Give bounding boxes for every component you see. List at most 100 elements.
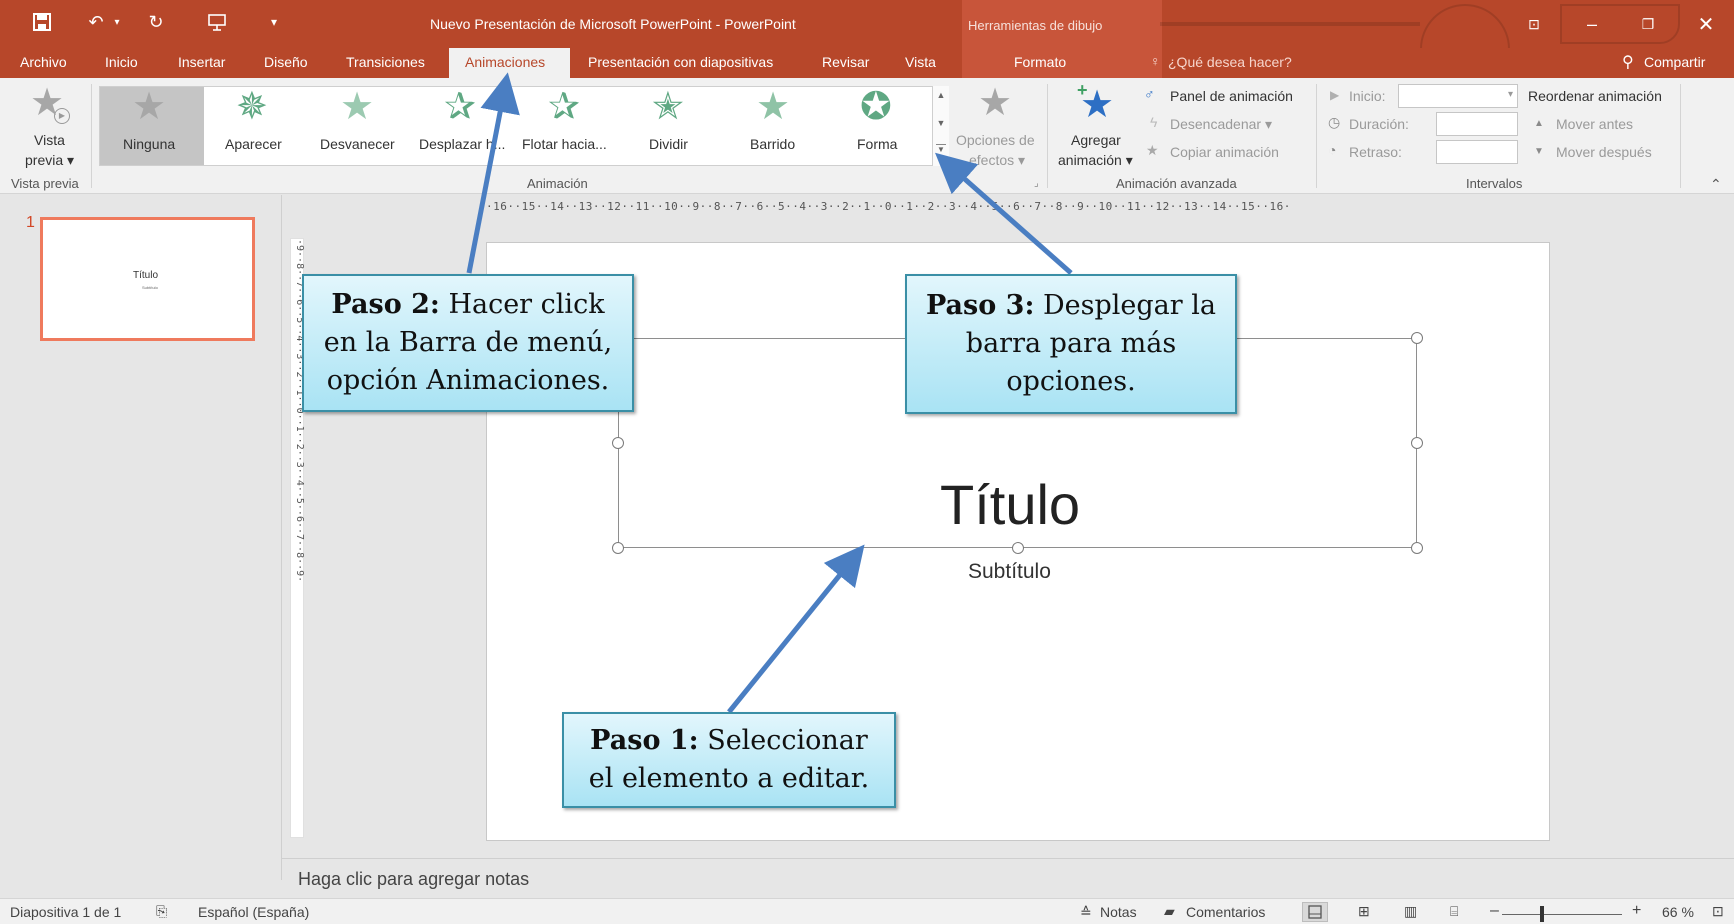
tab-formato[interactable]: Formato: [1014, 54, 1066, 70]
anim-dividir[interactable]: Dividir: [649, 136, 688, 152]
effect-options-label-2[interactable]: efectos ▾: [969, 152, 1025, 169]
tab-transiciones[interactable]: Transiciones: [346, 54, 425, 70]
zoom-slider-thumb[interactable]: [1540, 906, 1544, 922]
effect-options-label-1[interactable]: Opciones de: [956, 132, 1035, 148]
slideshow-view-icon[interactable]: ⌸: [1450, 903, 1458, 920]
title-bar: ↶ ▾ ↻ ▾ Nuevo Presentación de Microsoft …: [0, 0, 1734, 94]
zoom-out-icon[interactable]: –: [1490, 902, 1499, 920]
anim-flotar[interactable]: Flotar hacia...: [522, 136, 607, 152]
gallery-scrollbar[interactable]: ▲ ▼ ▼: [932, 86, 949, 166]
slide-title[interactable]: Título: [940, 472, 1080, 537]
share-button[interactable]: Compartir: [1644, 54, 1705, 70]
move-later-button[interactable]: Mover después: [1556, 144, 1652, 160]
start-dropdown-icon[interactable]: ▾: [1508, 89, 1513, 100]
resize-handle-sw[interactable]: [612, 542, 624, 554]
comments-button[interactable]: Comentarios: [1186, 904, 1265, 920]
normal-view-button[interactable]: [1302, 902, 1328, 922]
tab-archivo[interactable]: Archivo: [20, 54, 67, 70]
anim-aparecer-icon[interactable]: ✵: [236, 88, 268, 126]
anim-ninguna-icon[interactable]: ★: [132, 88, 166, 126]
ribbon-display-icon[interactable]: ⊡: [1522, 12, 1546, 36]
anim-barrido-icon[interactable]: ★: [756, 88, 790, 126]
tell-me-search[interactable]: ¿Qué desea hacer?: [1168, 54, 1292, 70]
anim-forma[interactable]: Forma: [857, 136, 897, 152]
tab-revisar[interactable]: Revisar: [822, 54, 869, 70]
start-select[interactable]: ▾: [1398, 84, 1518, 108]
spellcheck-icon[interactable]: ⎘: [156, 903, 167, 920]
minimize-icon[interactable]: –: [1580, 12, 1604, 36]
anim-desvanecer-icon[interactable]: ★: [340, 88, 374, 126]
dialog-launcher-icon[interactable]: ⌟: [1034, 178, 1039, 189]
anim-desplazar-icon[interactable]: ✰: [444, 88, 476, 126]
redo-icon[interactable]: ↻: [144, 10, 168, 34]
resize-handle-e[interactable]: [1411, 437, 1423, 449]
tab-presentacion[interactable]: Presentación con diapositivas: [588, 54, 773, 70]
pane-divider[interactable]: [281, 195, 282, 880]
start-label: Inicio:: [1349, 88, 1386, 104]
tab-inicio[interactable]: Inicio: [105, 54, 138, 70]
group-intervalos: Intervalos: [1466, 176, 1523, 191]
slide-subtitle[interactable]: Subtítulo: [968, 560, 1051, 584]
notes-placeholder: Haga clic para agregar notas: [298, 869, 530, 889]
anim-barrido[interactable]: Barrido: [750, 136, 795, 152]
tab-vista[interactable]: Vista: [905, 54, 936, 70]
resize-handle-w[interactable]: [612, 437, 624, 449]
resize-handle-ne[interactable]: [1411, 332, 1423, 344]
effect-options-icon: ★: [978, 82, 1013, 124]
circuit-decoration: [1560, 4, 1680, 44]
resize-handle-se[interactable]: [1411, 542, 1423, 554]
anim-desplazar[interactable]: Desplazar h...: [419, 136, 505, 152]
slide-sorter-icon[interactable]: ⊞: [1358, 903, 1370, 920]
resize-handle-s[interactable]: [1012, 542, 1024, 554]
trigger-button[interactable]: Desencadenar ▾: [1170, 116, 1272, 133]
duration-stepper[interactable]: [1436, 112, 1518, 136]
scroll-up-icon[interactable]: ▲: [933, 90, 949, 100]
preview-label-2[interactable]: previa ▾: [25, 152, 74, 169]
notes-icon: ≙: [1080, 904, 1092, 920]
copy-animation-icon: ★: [1146, 142, 1159, 158]
language-indicator[interactable]: Español (España): [198, 904, 309, 920]
tab-insertar[interactable]: Insertar: [178, 54, 225, 70]
notes-button[interactable]: Notas: [1100, 904, 1137, 920]
group-separator: [1680, 84, 1681, 188]
comments-icon: ▰: [1164, 903, 1175, 919]
anim-flotar-icon[interactable]: ✰: [548, 88, 580, 126]
anim-desvanecer[interactable]: Desvanecer: [320, 136, 395, 152]
zoom-slider[interactable]: [1502, 914, 1622, 915]
delay-label: Retraso:: [1349, 144, 1402, 160]
tab-animaciones[interactable]: Animaciones: [449, 48, 570, 79]
collapse-ribbon-icon[interactable]: ⌃: [1710, 176, 1722, 193]
animation-gallery: [99, 86, 949, 166]
copy-animation-button[interactable]: Copiar animación: [1170, 144, 1279, 160]
slide-thumbnail[interactable]: Título Subtítulo: [40, 217, 255, 341]
user-icon: ⚲: [1622, 54, 1634, 71]
anim-aparecer[interactable]: Aparecer: [225, 136, 282, 152]
notes-pane[interactable]: Haga clic para agregar notas: [282, 858, 1734, 896]
move-later-icon: ▼: [1534, 146, 1544, 157]
anim-dividir-icon[interactable]: ✭: [652, 88, 684, 126]
add-animation-label-2[interactable]: animación ▾: [1058, 152, 1133, 169]
tab-diseno[interactable]: Diseño: [264, 54, 308, 70]
customize-qat-icon[interactable]: ▾: [262, 10, 286, 34]
animation-pane-button[interactable]: Panel de animación: [1170, 88, 1293, 104]
restore-icon[interactable]: ❐: [1636, 12, 1660, 36]
group-separator: [91, 84, 92, 188]
group-separator: [1047, 84, 1048, 188]
anim-forma-icon[interactable]: ✪: [860, 88, 892, 126]
undo-dropdown-icon[interactable]: ▾: [105, 10, 129, 34]
move-earlier-button[interactable]: Mover antes: [1556, 116, 1633, 132]
zoom-in-icon[interactable]: +: [1632, 902, 1641, 920]
scroll-down-icon[interactable]: ▼: [933, 118, 949, 128]
callout-step1: Paso 1: Seleccionar el elemento a editar…: [562, 712, 896, 808]
delay-stepper[interactable]: [1436, 140, 1518, 164]
fit-to-window-icon[interactable]: ⊡: [1712, 903, 1724, 920]
close-icon[interactable]: ✕: [1694, 12, 1718, 36]
reading-view-icon[interactable]: ▥: [1404, 903, 1417, 920]
callout-step1-bold: Paso 1:: [590, 725, 699, 756]
anim-ninguna[interactable]: Ninguna: [123, 136, 175, 152]
thumbnail-number: 1: [26, 214, 35, 231]
more-animations-icon[interactable]: ▼: [936, 144, 946, 154]
save-icon[interactable]: [30, 10, 54, 34]
start-slideshow-icon[interactable]: [205, 10, 229, 34]
zoom-level[interactable]: 66 %: [1662, 904, 1694, 920]
